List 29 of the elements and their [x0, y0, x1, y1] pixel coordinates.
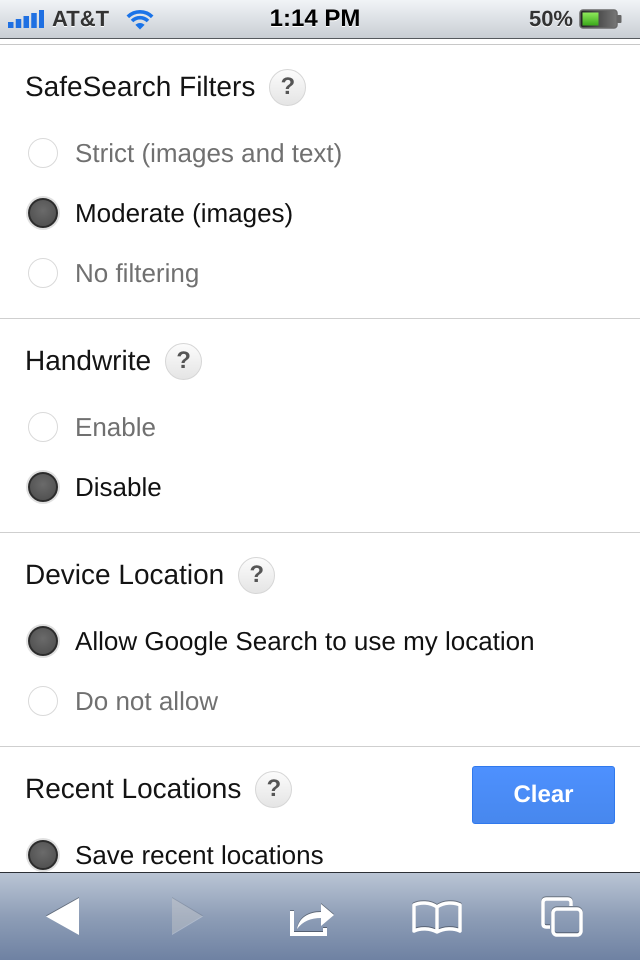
option-label: Moderate (images) [75, 198, 294, 228]
option-label: Do not allow [75, 686, 218, 716]
option-label: Disable [75, 472, 162, 502]
left-triangle-icon[interactable] [46, 898, 79, 935]
help-icon[interactable]: ? [255, 770, 292, 808]
battery-icon [579, 9, 622, 29]
option-label: Enable [75, 412, 156, 442]
option-label: Allow Google Search to use my location [75, 626, 535, 656]
status-time: 1:14 PM [270, 5, 360, 33]
option-label: Save recent locations [75, 840, 324, 870]
overlapping-squares-icon[interactable] [540, 896, 583, 936]
radio-button[interactable] [28, 472, 58, 502]
wifi-icon [125, 8, 156, 30]
help-icon[interactable]: ? [269, 68, 306, 106]
section-title: Recent Locations [25, 773, 242, 805]
help-icon[interactable]: ? [238, 556, 276, 594]
section-title: Handwrite [25, 345, 152, 377]
radio-button[interactable] [28, 840, 58, 870]
radio-button[interactable] [28, 626, 58, 656]
battery-percentage: 50% [528, 6, 573, 32]
option-label: Strict (images and text) [75, 138, 342, 168]
option-label: No filtering [75, 258, 200, 288]
radio-button[interactable] [28, 198, 58, 228]
carrier-name: AT&T [52, 6, 110, 32]
help-icon[interactable]: ? [165, 342, 202, 380]
open-book-icon[interactable] [412, 900, 462, 934]
section-title: SafeSearch Filters [25, 71, 256, 103]
section-title: Device Location [25, 559, 224, 591]
signal-bars-icon [8, 10, 44, 28]
